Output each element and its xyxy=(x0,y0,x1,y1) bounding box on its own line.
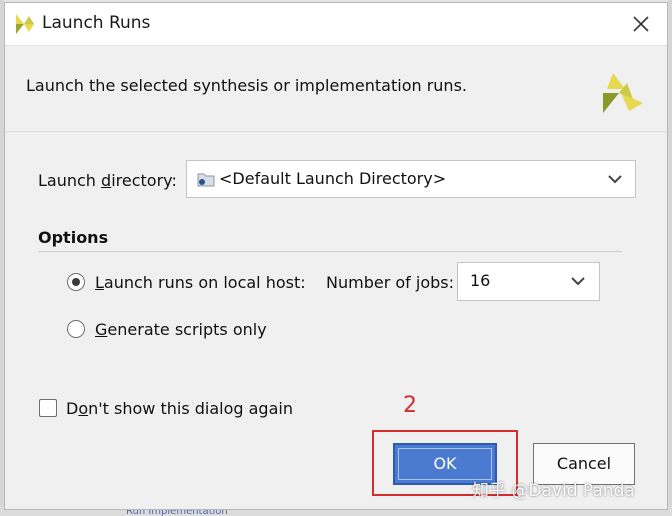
launch-runs-dialog: Launch Runs Launch the selected synthesi… xyxy=(4,2,668,510)
background-app-right xyxy=(668,0,672,516)
cancel-button-label: Cancel xyxy=(556,454,612,473)
local-host-label[interactable]: Launch runs on local host: xyxy=(95,273,306,292)
close-icon[interactable] xyxy=(629,12,653,36)
launch-directory-value: <Default Launch Directory> xyxy=(219,169,447,188)
screen: Run Implementation Launch Runs Launch th… xyxy=(0,0,672,516)
number-of-jobs-label: Number of jobs: xyxy=(326,273,454,292)
watermark: 知乎 @David Panda xyxy=(472,481,635,501)
number-of-jobs-combo[interactable]: 16 xyxy=(457,262,600,301)
generate-scripts-label[interactable]: Generate scripts only xyxy=(95,320,267,339)
generate-scripts-radio[interactable] xyxy=(67,320,85,338)
dont-show-checkbox[interactable] xyxy=(39,399,57,417)
launch-directory-label: Launch directory: xyxy=(38,171,177,190)
chevron-down-icon xyxy=(608,175,622,184)
chevron-down-icon xyxy=(571,277,585,286)
dialog-description: Launch the selected synthesis or impleme… xyxy=(26,76,467,95)
annotation-step-number: 2 xyxy=(403,393,417,418)
launch-directory-combo[interactable]: <Default Launch Directory> xyxy=(186,160,636,198)
title-bar: Launch Runs xyxy=(5,3,667,46)
xilinx-logo-icon xyxy=(16,14,34,34)
local-host-radio[interactable] xyxy=(67,273,85,291)
options-divider xyxy=(38,251,622,252)
ok-button-label: OK xyxy=(433,454,457,473)
number-of-jobs-value: 16 xyxy=(470,271,491,290)
window-title: Launch Runs xyxy=(42,13,151,33)
xilinx-logo-large-icon xyxy=(603,73,643,113)
dont-show-label[interactable]: Don't show this dialog again xyxy=(66,399,293,418)
folder-icon xyxy=(197,173,215,187)
options-section-title: Options xyxy=(38,228,109,247)
header-divider xyxy=(5,131,667,132)
radio-selected-dot xyxy=(71,277,80,286)
